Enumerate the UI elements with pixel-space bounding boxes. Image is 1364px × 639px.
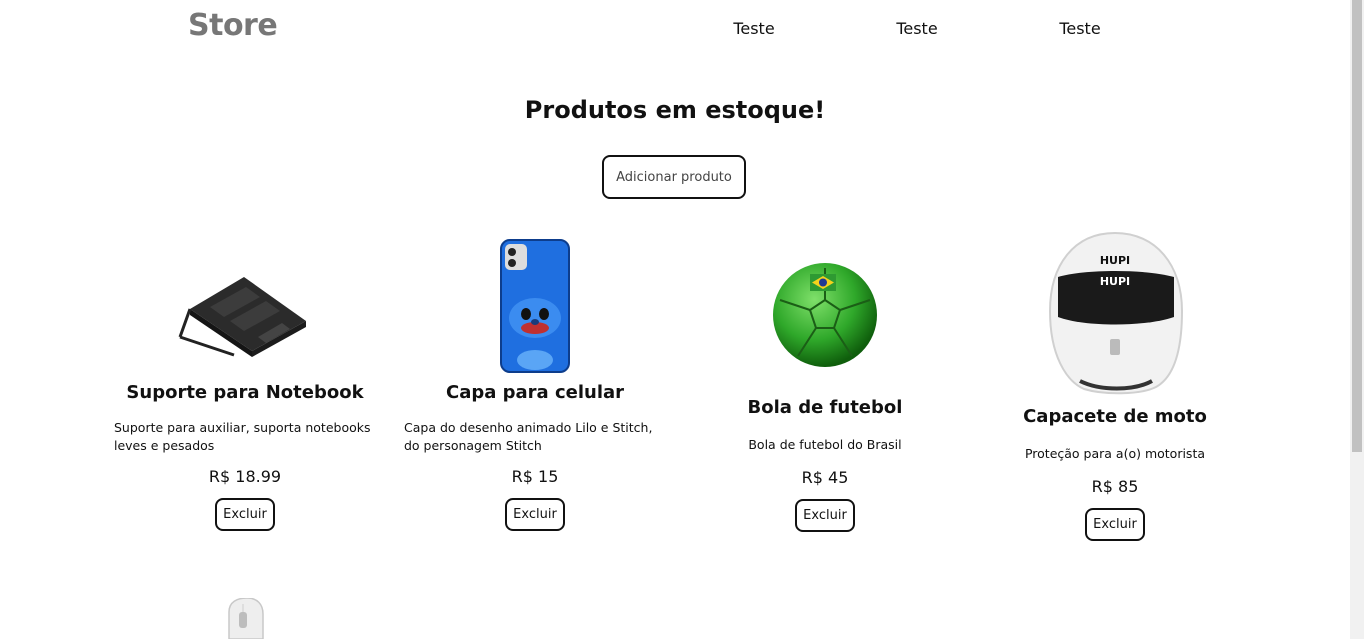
scrollbar-thumb[interactable]: [1352, 0, 1362, 452]
product-card: Capa para celular Capa do desenho animad…: [400, 236, 670, 531]
helmet-visor-text: HUPI: [1100, 275, 1130, 288]
add-product-button[interactable]: Adicionar produto: [602, 155, 746, 199]
product-image: [400, 236, 670, 376]
product-price: R$ 45: [801, 468, 849, 487]
product-title: Suporte para Notebook: [126, 382, 364, 403]
page: Store Teste Teste Teste Produtos em esto…: [0, 0, 1364, 639]
product-price: R$ 18.99: [208, 467, 282, 486]
product-title: Capa para celular: [445, 382, 625, 403]
delete-button[interactable]: Excluir: [795, 499, 855, 532]
delete-button[interactable]: Excluir: [505, 498, 565, 531]
product-image: [110, 598, 380, 639]
product-price: R$ 85: [1091, 477, 1139, 496]
nav-link-2[interactable]: Teste: [896, 19, 937, 38]
page-title: Produtos em estoque!: [524, 96, 826, 124]
nav-link-3[interactable]: Teste: [1059, 19, 1100, 38]
product-card: Bola de futebol Bola de futebol do Brasi…: [690, 245, 960, 532]
product-image: HUPI HUPI: [980, 230, 1250, 396]
delete-button[interactable]: Excluir: [1085, 508, 1145, 541]
phone-case-image: [500, 239, 570, 373]
delete-button[interactable]: Excluir: [215, 498, 275, 531]
product-title: Capacete de moto: [1023, 406, 1207, 427]
product-title: Bola de futebol: [747, 397, 903, 418]
product-description: Bola de futebol do Brasil: [748, 437, 902, 452]
motorcycle-helmet-image: HUPI HUPI: [1048, 231, 1184, 395]
product-description: Suporte para auxiliar, suporta notebooks…: [114, 420, 371, 453]
product-description: Proteção para a(o) motorista: [1024, 446, 1206, 461]
product-price: R$ 15: [511, 467, 559, 486]
product-card: HUPI HUPI Capacete de moto Proteção para…: [980, 230, 1250, 541]
computer-mouse-image: [228, 598, 264, 639]
product-card: Suporte para Notebook Suporte para auxil…: [110, 236, 380, 531]
page-scrollbar[interactable]: [1350, 0, 1364, 639]
product-card: [110, 598, 380, 639]
product-image: [690, 245, 960, 385]
nav-link-1[interactable]: Teste: [733, 19, 774, 38]
helmet-brand-text: HUPI: [1100, 254, 1130, 267]
laptop-stand-image: [178, 277, 306, 357]
product-image: [110, 236, 380, 376]
product-description: Capa do desenho animado Lilo e Stitch, d…: [404, 420, 653, 453]
brand-logo[interactable]: Store: [188, 8, 278, 43]
soccer-ball-image: [773, 263, 877, 367]
